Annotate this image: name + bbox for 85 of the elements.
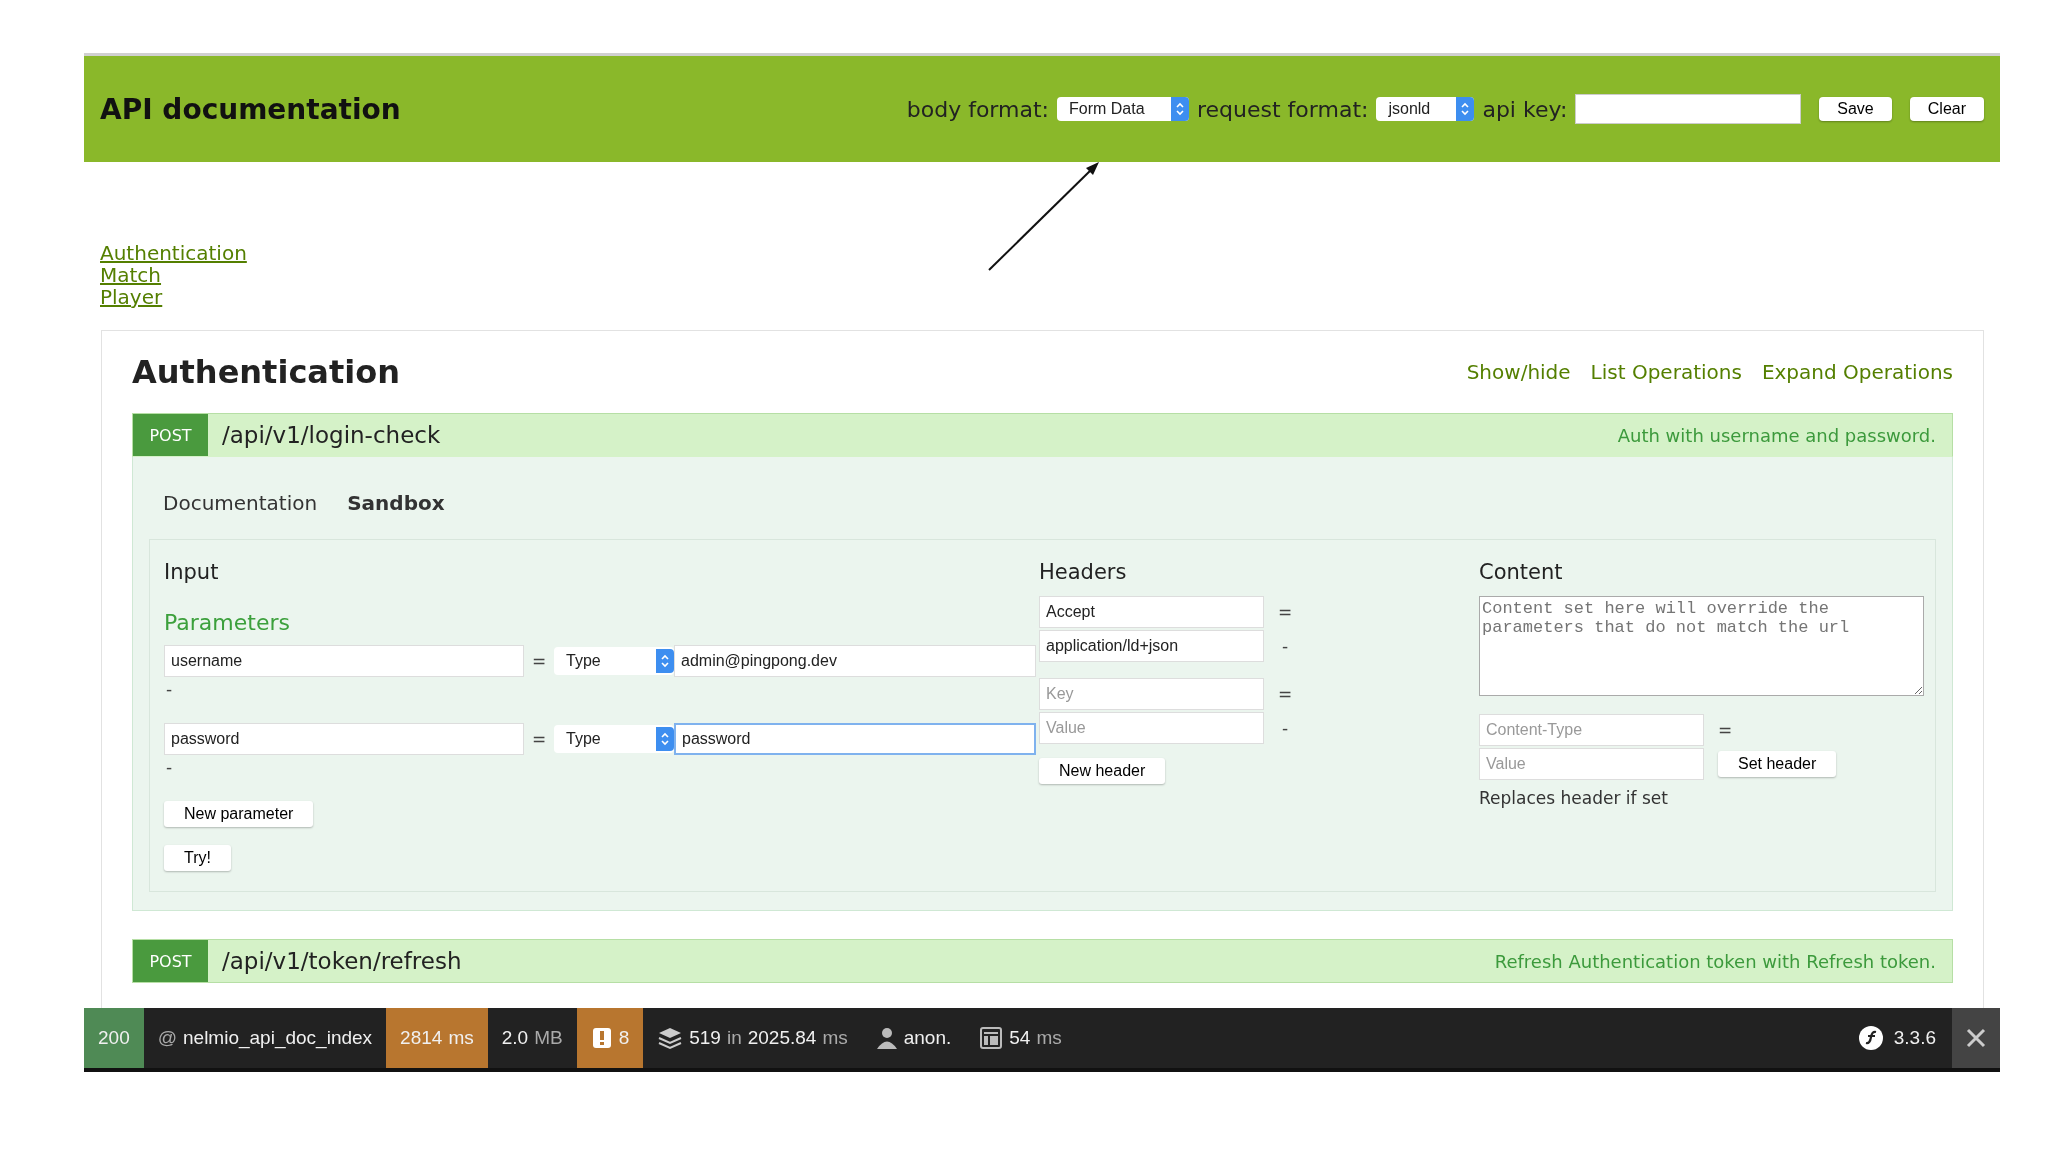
- type-select[interactable]: Type: [554, 725, 674, 753]
- header-button[interactable]: Save: [1819, 97, 1892, 121]
- operation-bar[interactable]: POST /api/v1/login-check Auth with username and password.: [132, 413, 1953, 457]
- toolbar-text: 200: [98, 1027, 130, 1049]
- remove-header-sign: -: [1280, 636, 1290, 656]
- header-button[interactable]: Clear: [1909, 97, 1984, 121]
- toolbar-text: 8: [618, 1027, 630, 1049]
- chevron-icon: [660, 653, 670, 669]
- parameter-name-field[interactable]: username: [164, 645, 524, 677]
- person-icon: [875, 1026, 898, 1050]
- close-icon: [1965, 1027, 1987, 1049]
- section-link[interactable]: Expand Operations: [1761, 360, 1953, 384]
- tab[interactable]: Documentation: [163, 491, 318, 515]
- operation-bar[interactable]: POST /api/v1/token/refresh Refresh Authentication token with Refresh token.: [132, 939, 1953, 983]
- header-key-field[interactable]: Key: [1039, 678, 1264, 710]
- warning-icon: [590, 1026, 613, 1050]
- parameter-value-field[interactable]: admin@pingpong.dev: [674, 645, 1036, 677]
- close-button[interactable]: [1952, 1008, 2000, 1068]
- field-label: request format:: [1197, 96, 1369, 122]
- operation-path: /api/v1/login-check: [222, 422, 441, 448]
- body-format-select[interactable]: Form Data: [1057, 97, 1189, 121]
- equals-sign: =: [1718, 720, 1732, 740]
- section-link[interactable]: List Operations: [1590, 360, 1742, 384]
- api-key-field[interactable]: [1575, 94, 1802, 124]
- toolbar-text: in: [726, 1027, 742, 1049]
- parameter-value-field[interactable]: password: [674, 723, 1036, 755]
- nav-link[interactable]: Player: [100, 286, 163, 308]
- toolbar-item[interactable]: 200: [84, 1008, 144, 1068]
- toolbar-text: anon.: [903, 1027, 952, 1049]
- field-label: body format:: [906, 96, 1049, 122]
- equals-sign: =: [532, 651, 546, 671]
- toolbar-text: 519: [689, 1027, 721, 1049]
- new-header-button[interactable]: New header: [1039, 758, 1166, 784]
- toolbar-text: 54: [1009, 1027, 1031, 1049]
- column-title: Headers: [1039, 560, 1128, 584]
- operation-description: Auth with username and password.: [1617, 424, 1936, 446]
- remove-parameter-link[interactable]: -: [166, 679, 1039, 703]
- remove-parameter-link[interactable]: -: [166, 757, 1039, 781]
- column-title: Input: [164, 560, 220, 584]
- remove-header-sign: -: [1280, 718, 1290, 738]
- equals-sign: =: [1278, 684, 1292, 704]
- section-link[interactable]: Show/hide: [1466, 360, 1571, 384]
- chevron-icon: [1460, 101, 1471, 117]
- toolbar-text: MB: [534, 1027, 563, 1049]
- column-title: Content: [1479, 560, 1564, 584]
- parameter-name-field[interactable]: password: [164, 723, 524, 755]
- toolbar-text: 2025.84: [747, 1027, 817, 1049]
- toolbar-text: ms: [822, 1027, 848, 1049]
- toolbar-text: ms: [448, 1027, 474, 1049]
- request-format-select[interactable]: jsonld: [1376, 97, 1475, 121]
- parameters-title: Parameters: [164, 610, 291, 635]
- toolbar-text: 2.0: [501, 1027, 529, 1049]
- method-badge: POST: [133, 414, 208, 456]
- hint-text: Replaces header if set: [1479, 788, 1669, 808]
- header-value-field[interactable]: Value: [1479, 748, 1704, 780]
- operation-description: Refresh Authentication token with Refresh token.: [1494, 950, 1936, 972]
- method-badge: POST: [133, 940, 208, 982]
- version-text: 3.3.6: [1893, 1027, 1936, 1049]
- toolbar-text: nelmio_api_doc_index: [183, 1027, 373, 1049]
- toolbar-text: ms: [1036, 1027, 1062, 1049]
- equals-sign: =: [532, 729, 546, 749]
- operation-path: /api/v1/token/refresh: [222, 948, 462, 974]
- table-icon: [979, 1026, 1004, 1050]
- nav-link[interactable]: Authentication: [100, 242, 247, 264]
- page-title: API documentation: [100, 92, 401, 126]
- chevron-icon: [1175, 101, 1185, 117]
- section-title: Authentication: [132, 353, 400, 391]
- type-select[interactable]: Type: [554, 647, 674, 675]
- new-parameter-button[interactable]: New parameter: [164, 801, 314, 827]
- header-key-field[interactable]: Accept: [1039, 596, 1264, 628]
- header-value-field[interactable]: application/ld+json: [1039, 630, 1264, 662]
- toolbar-text: 2814: [400, 1027, 443, 1049]
- content-textarea[interactable]: Content set here will override the parameters that do not match the url: [1479, 596, 1924, 696]
- header-value-field[interactable]: Value: [1039, 712, 1264, 744]
- field-label: api key:: [1482, 96, 1568, 122]
- tab[interactable]: Sandbox: [347, 491, 445, 515]
- toolbar-text: @: [157, 1027, 177, 1049]
- layers-icon: [657, 1026, 684, 1050]
- chevron-icon: [660, 731, 670, 747]
- try-button[interactable]: Try!: [164, 845, 231, 871]
- equals-sign: =: [1278, 602, 1292, 622]
- set-header-button[interactable]: Set header: [1718, 751, 1837, 777]
- content-type-field[interactable]: Content-Type: [1479, 714, 1704, 746]
- nav-link[interactable]: Match: [100, 264, 162, 286]
- framework-logo-icon: [1857, 1025, 1884, 1051]
